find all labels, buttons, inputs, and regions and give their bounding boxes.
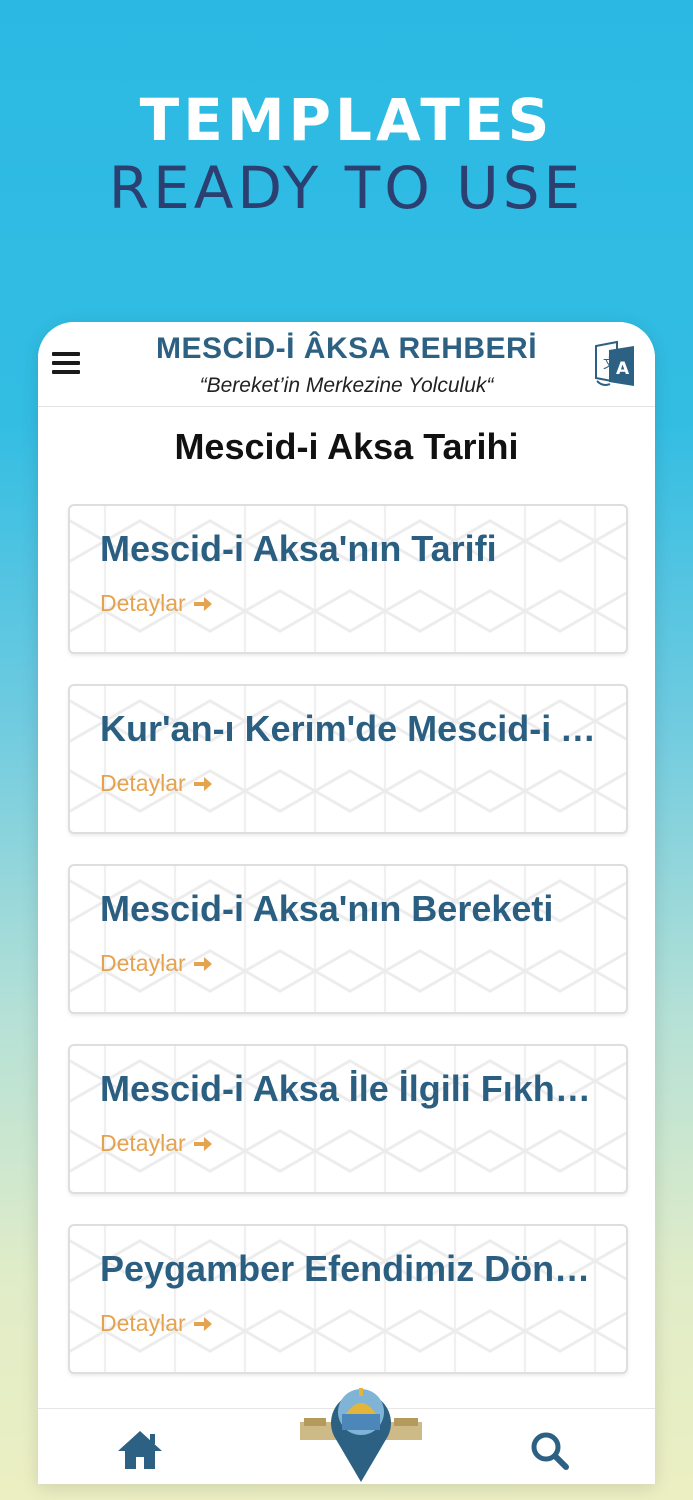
list-item[interactable]: Peygamber Efendimiz Dönemi Detaylar	[68, 1224, 628, 1374]
card-title: Mescid-i Aksa'nın Tarifi	[100, 528, 497, 569]
details-link[interactable]: Detaylar	[100, 590, 214, 617]
arrow-right-icon	[193, 1316, 212, 1331]
app-header: MESCİD-İ ÂKSA REHBERİ “Bereket’in Merkez…	[38, 322, 655, 407]
promo-subheadline: READY TO USE	[108, 154, 585, 222]
details-link[interactable]: Detaylar	[100, 950, 214, 977]
list-item[interactable]: Kur'an-ı Kerim'de Mescid-i Aksa Detaylar	[68, 684, 628, 834]
arrow-right-icon	[193, 1136, 212, 1151]
list-item[interactable]: Mescid-i Aksa'nın Bereketi Detaylar	[68, 864, 628, 1014]
details-link-label: Detaylar	[100, 950, 186, 976]
translate-icon[interactable]: 文 A	[593, 340, 637, 388]
details-link-label: Detaylar	[100, 770, 186, 796]
app-title: MESCİD-İ ÂKSA REHBERİ	[155, 332, 538, 365]
svg-text:A: A	[616, 359, 630, 379]
app-subtitle: “Bereket’in Merkezine Yolculuk“	[199, 374, 494, 397]
search-icon[interactable]	[528, 1429, 572, 1473]
home-icon[interactable]	[116, 1429, 164, 1471]
arrow-right-icon	[193, 776, 212, 791]
details-link[interactable]: Detaylar	[100, 1310, 214, 1337]
details-link-label: Detaylar	[100, 1310, 186, 1336]
page-title: Mescid-i Aksa Tarihi	[174, 426, 519, 467]
promo-headline: TEMPLATES	[139, 86, 554, 154]
arrow-right-icon	[193, 596, 212, 611]
list-item[interactable]: Mescid-i Aksa İle İlgili Fıkhi Hükümler …	[68, 1044, 628, 1194]
details-link-label: Detaylar	[100, 1130, 186, 1156]
card-title: Peygamber Efendimiz Dönemi	[100, 1248, 600, 1289]
list-item[interactable]: Mescid-i Aksa'nın Tarifi Detaylar	[68, 504, 628, 654]
arrow-right-icon	[193, 956, 212, 971]
details-link-label: Detaylar	[100, 590, 186, 616]
card-title: Kur'an-ı Kerim'de Mescid-i Aksa	[100, 708, 600, 749]
phone-screen: MESCİD-İ ÂKSA REHBERİ “Bereket’in Merkez…	[38, 322, 655, 1484]
dome-of-the-rock-location-pin-icon[interactable]	[296, 1374, 426, 1484]
card-title: Mescid-i Aksa'nın Bereketi	[100, 888, 554, 929]
details-link[interactable]: Detaylar	[100, 1130, 214, 1157]
svg-text:文: 文	[603, 357, 616, 372]
details-link[interactable]: Detaylar	[100, 770, 214, 797]
card-title: Mescid-i Aksa İle İlgili Fıkhi Hükümler	[100, 1068, 600, 1109]
